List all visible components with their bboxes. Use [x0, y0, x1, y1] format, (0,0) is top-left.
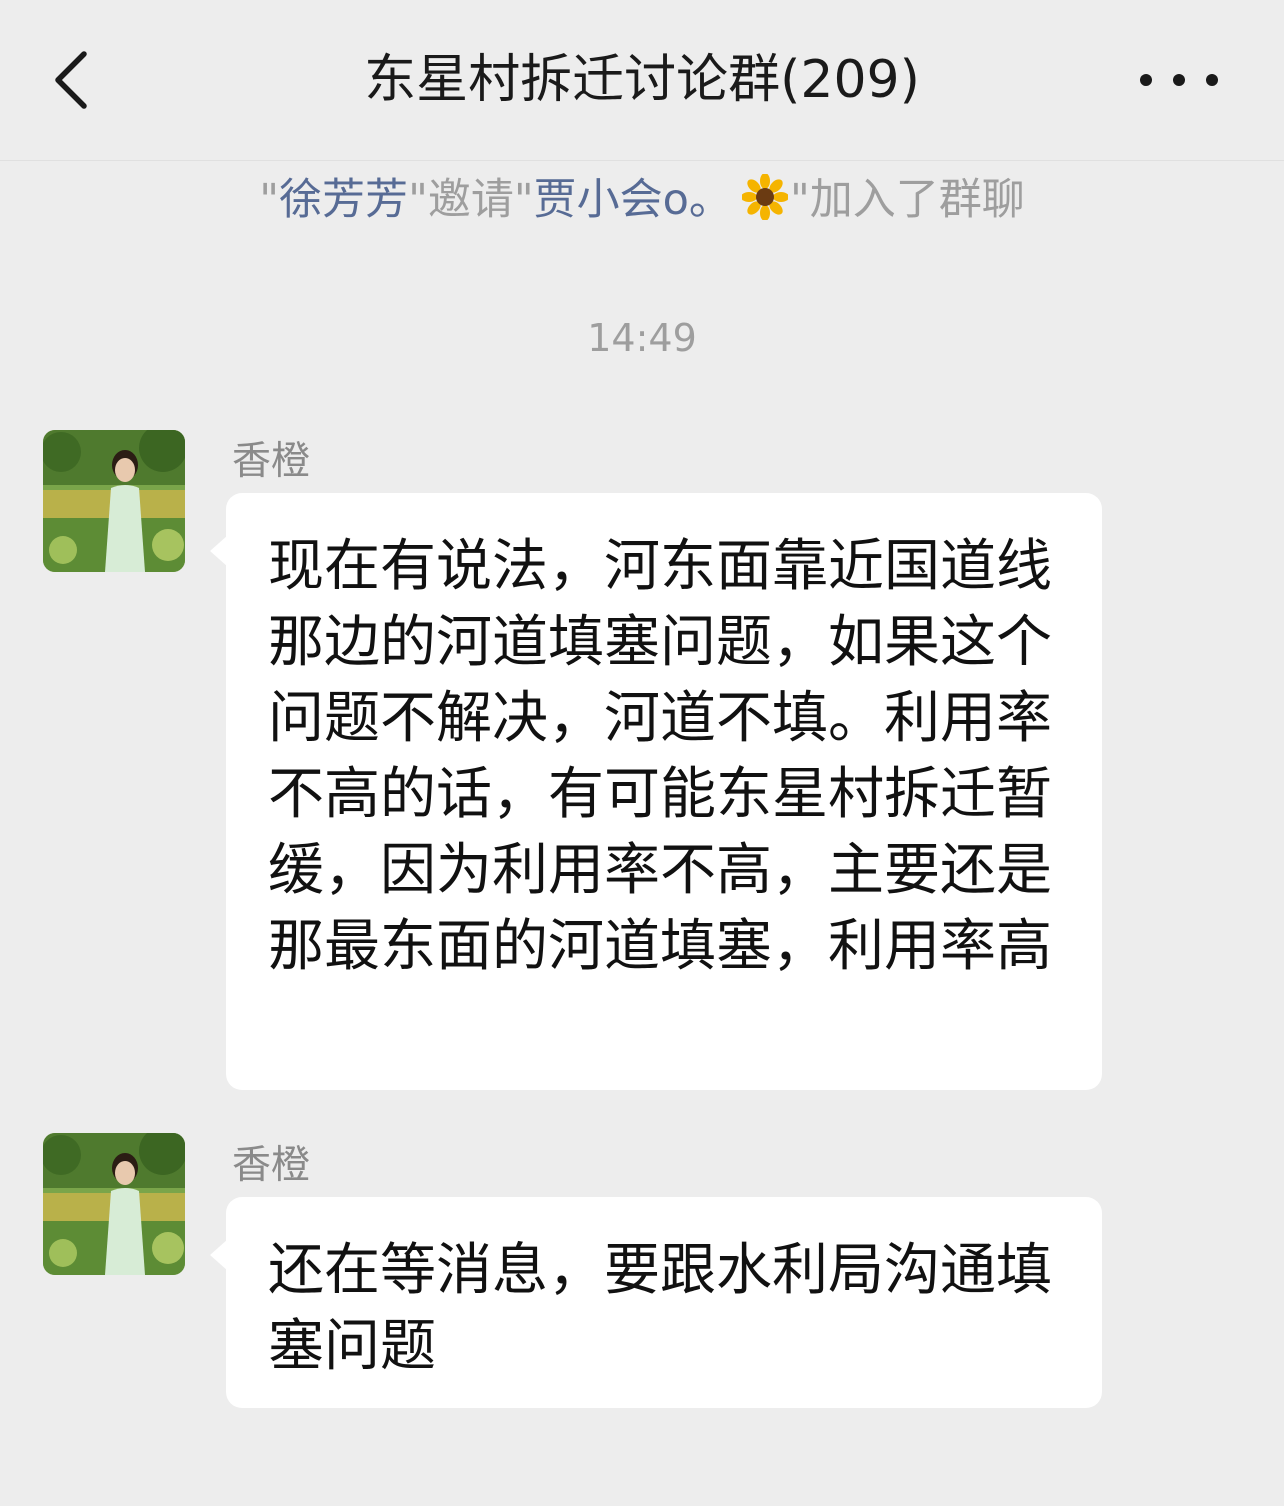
message-timestamp: 14:49	[587, 316, 697, 360]
chat-header: 东星村拆迁讨论群(209)	[0, 0, 1284, 161]
quote-mark: "	[789, 175, 810, 225]
avatar-photo	[43, 1133, 185, 1275]
invitee-name[interactable]: 贾小会o。	[534, 175, 732, 225]
sunflower-icon	[741, 174, 788, 220]
avatar[interactable]	[43, 1133, 185, 1275]
sender-name: 香橙	[232, 439, 311, 484]
more-dots-icon	[1140, 74, 1218, 86]
avatar[interactable]	[43, 430, 185, 572]
invite-verb: 邀请	[427, 175, 514, 225]
message-bubble[interactable]: 现在有说法，河东面靠近国道线那边的河道填塞问题，如果这个问题不解决，河道不填。利…	[210, 493, 1102, 1090]
quote-mark: "	[408, 175, 428, 225]
inviter-name[interactable]: 徐芳芳	[279, 175, 408, 225]
quote-mark: "	[259, 175, 280, 225]
system-message: "徐芳芳"邀请"贾小会o。 "加入了群聊	[0, 165, 1284, 235]
message-bubble[interactable]: 还在等消息，要跟水利局沟通填塞问题	[210, 1197, 1102, 1408]
avatar-photo	[43, 430, 185, 572]
join-suffix: 加入了群聊	[809, 175, 1025, 225]
sender-name: 香橙	[232, 1143, 311, 1188]
quote-mark: "	[513, 175, 534, 225]
more-button[interactable]	[1134, 50, 1224, 110]
chat-title: 东星村拆迁讨论群(209)	[364, 50, 920, 110]
